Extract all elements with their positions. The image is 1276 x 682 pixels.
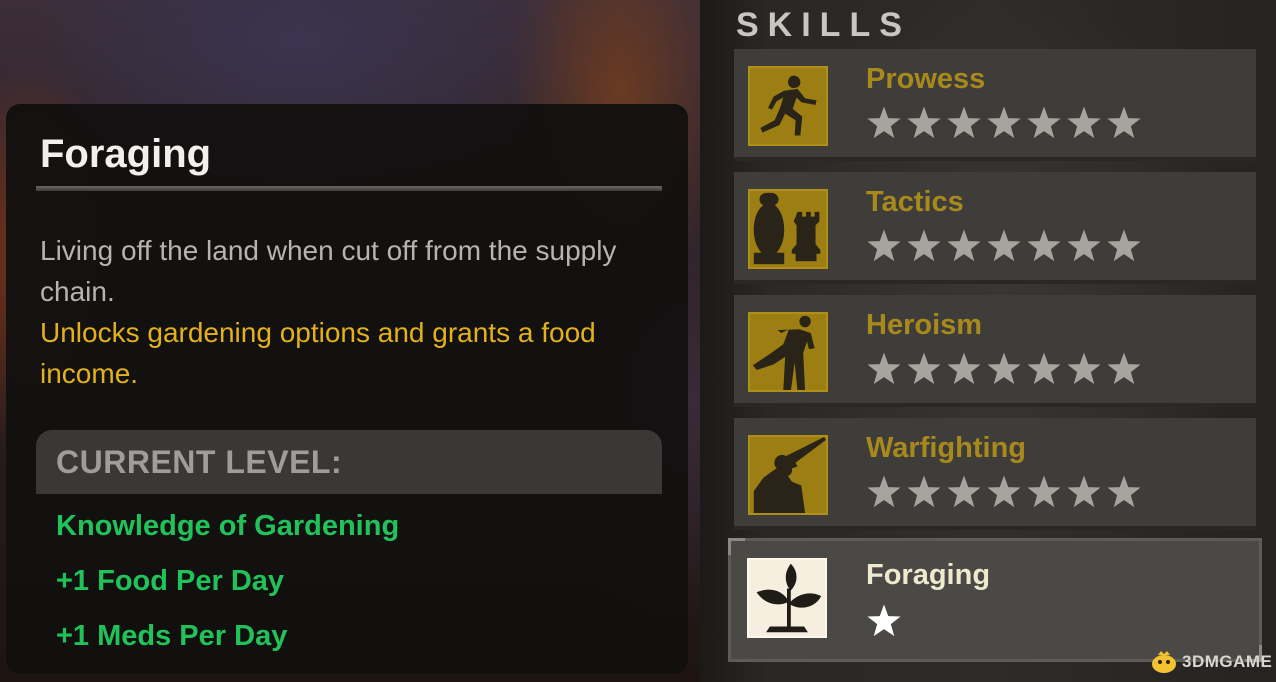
star-empty-icon — [906, 474, 942, 510]
star-empty-icon — [986, 105, 1022, 141]
star-rating — [866, 603, 902, 639]
tooltip-title: Foraging — [40, 132, 212, 176]
star-filled-icon — [866, 603, 902, 639]
chess-pieces-icon — [748, 189, 828, 269]
current-level-label: CURRENT LEVEL: — [56, 444, 343, 480]
star-empty-icon — [986, 474, 1022, 510]
star-empty-icon — [866, 474, 902, 510]
watermark-logo-icon — [1150, 650, 1178, 674]
skill-name: Prowess — [866, 63, 986, 95]
skill-name: Heroism — [866, 309, 983, 341]
skill-card-prowess[interactable]: Prowess — [734, 49, 1256, 161]
star-empty-icon — [1106, 228, 1142, 264]
tooltip-description: Living off the land when cut off from th… — [40, 235, 617, 307]
star-empty-icon — [986, 228, 1022, 264]
star-rating — [866, 351, 1142, 387]
runner-icon — [748, 66, 828, 146]
current-level-header: CURRENT LEVEL: — [36, 430, 662, 494]
sprout-icon — [747, 558, 827, 638]
star-empty-icon — [1106, 105, 1142, 141]
star-empty-icon — [946, 474, 982, 510]
tooltip-divider — [36, 186, 662, 191]
star-rating — [866, 228, 1142, 264]
star-empty-icon — [906, 228, 942, 264]
skill-card-tactics[interactable]: Tactics — [734, 172, 1256, 284]
perk-item: Knowledge of Gardening — [56, 510, 400, 542]
star-empty-icon — [1066, 228, 1102, 264]
star-empty-icon — [1026, 228, 1062, 264]
star-empty-icon — [946, 351, 982, 387]
star-empty-icon — [946, 105, 982, 141]
star-empty-icon — [1026, 351, 1062, 387]
watermark-text: 3DMGAME — [1182, 652, 1273, 671]
high-kick-icon — [748, 312, 828, 392]
star-empty-icon — [1106, 474, 1142, 510]
perk-item: +1 Meds Per Day — [56, 620, 288, 652]
star-rating — [866, 105, 1142, 141]
star-empty-icon — [1066, 474, 1102, 510]
perk-item: +1 Food Per Day — [56, 565, 285, 597]
skill-name: Tactics — [866, 186, 964, 218]
star-empty-icon — [906, 351, 942, 387]
skill-name: Foraging — [866, 559, 991, 591]
star-empty-icon — [866, 351, 902, 387]
tooltip-unlock-text: Unlocks gardening options and grants a f… — [40, 317, 596, 389]
star-empty-icon — [1066, 105, 1102, 141]
skills-title: SKILLS — [736, 6, 911, 44]
skill-card-heroism[interactable]: Heroism — [734, 295, 1256, 407]
star-empty-icon — [986, 351, 1022, 387]
skill-tooltip: Foraging Living off the land when cut of… — [6, 104, 688, 674]
rifleman-icon — [748, 435, 828, 515]
skill-name: Warfighting — [866, 432, 1026, 464]
star-rating — [866, 474, 1142, 510]
skill-card-foraging[interactable]: Foraging — [728, 538, 1262, 662]
skill-card-warfighting[interactable]: Warfighting — [734, 418, 1256, 530]
watermark: 3DMGAME — [1150, 650, 1272, 674]
star-empty-icon — [866, 105, 902, 141]
star-empty-icon — [1106, 351, 1142, 387]
star-empty-icon — [866, 228, 902, 264]
star-empty-icon — [906, 105, 942, 141]
star-empty-icon — [1026, 474, 1062, 510]
star-empty-icon — [1066, 351, 1102, 387]
star-empty-icon — [1026, 105, 1062, 141]
star-empty-icon — [946, 228, 982, 264]
